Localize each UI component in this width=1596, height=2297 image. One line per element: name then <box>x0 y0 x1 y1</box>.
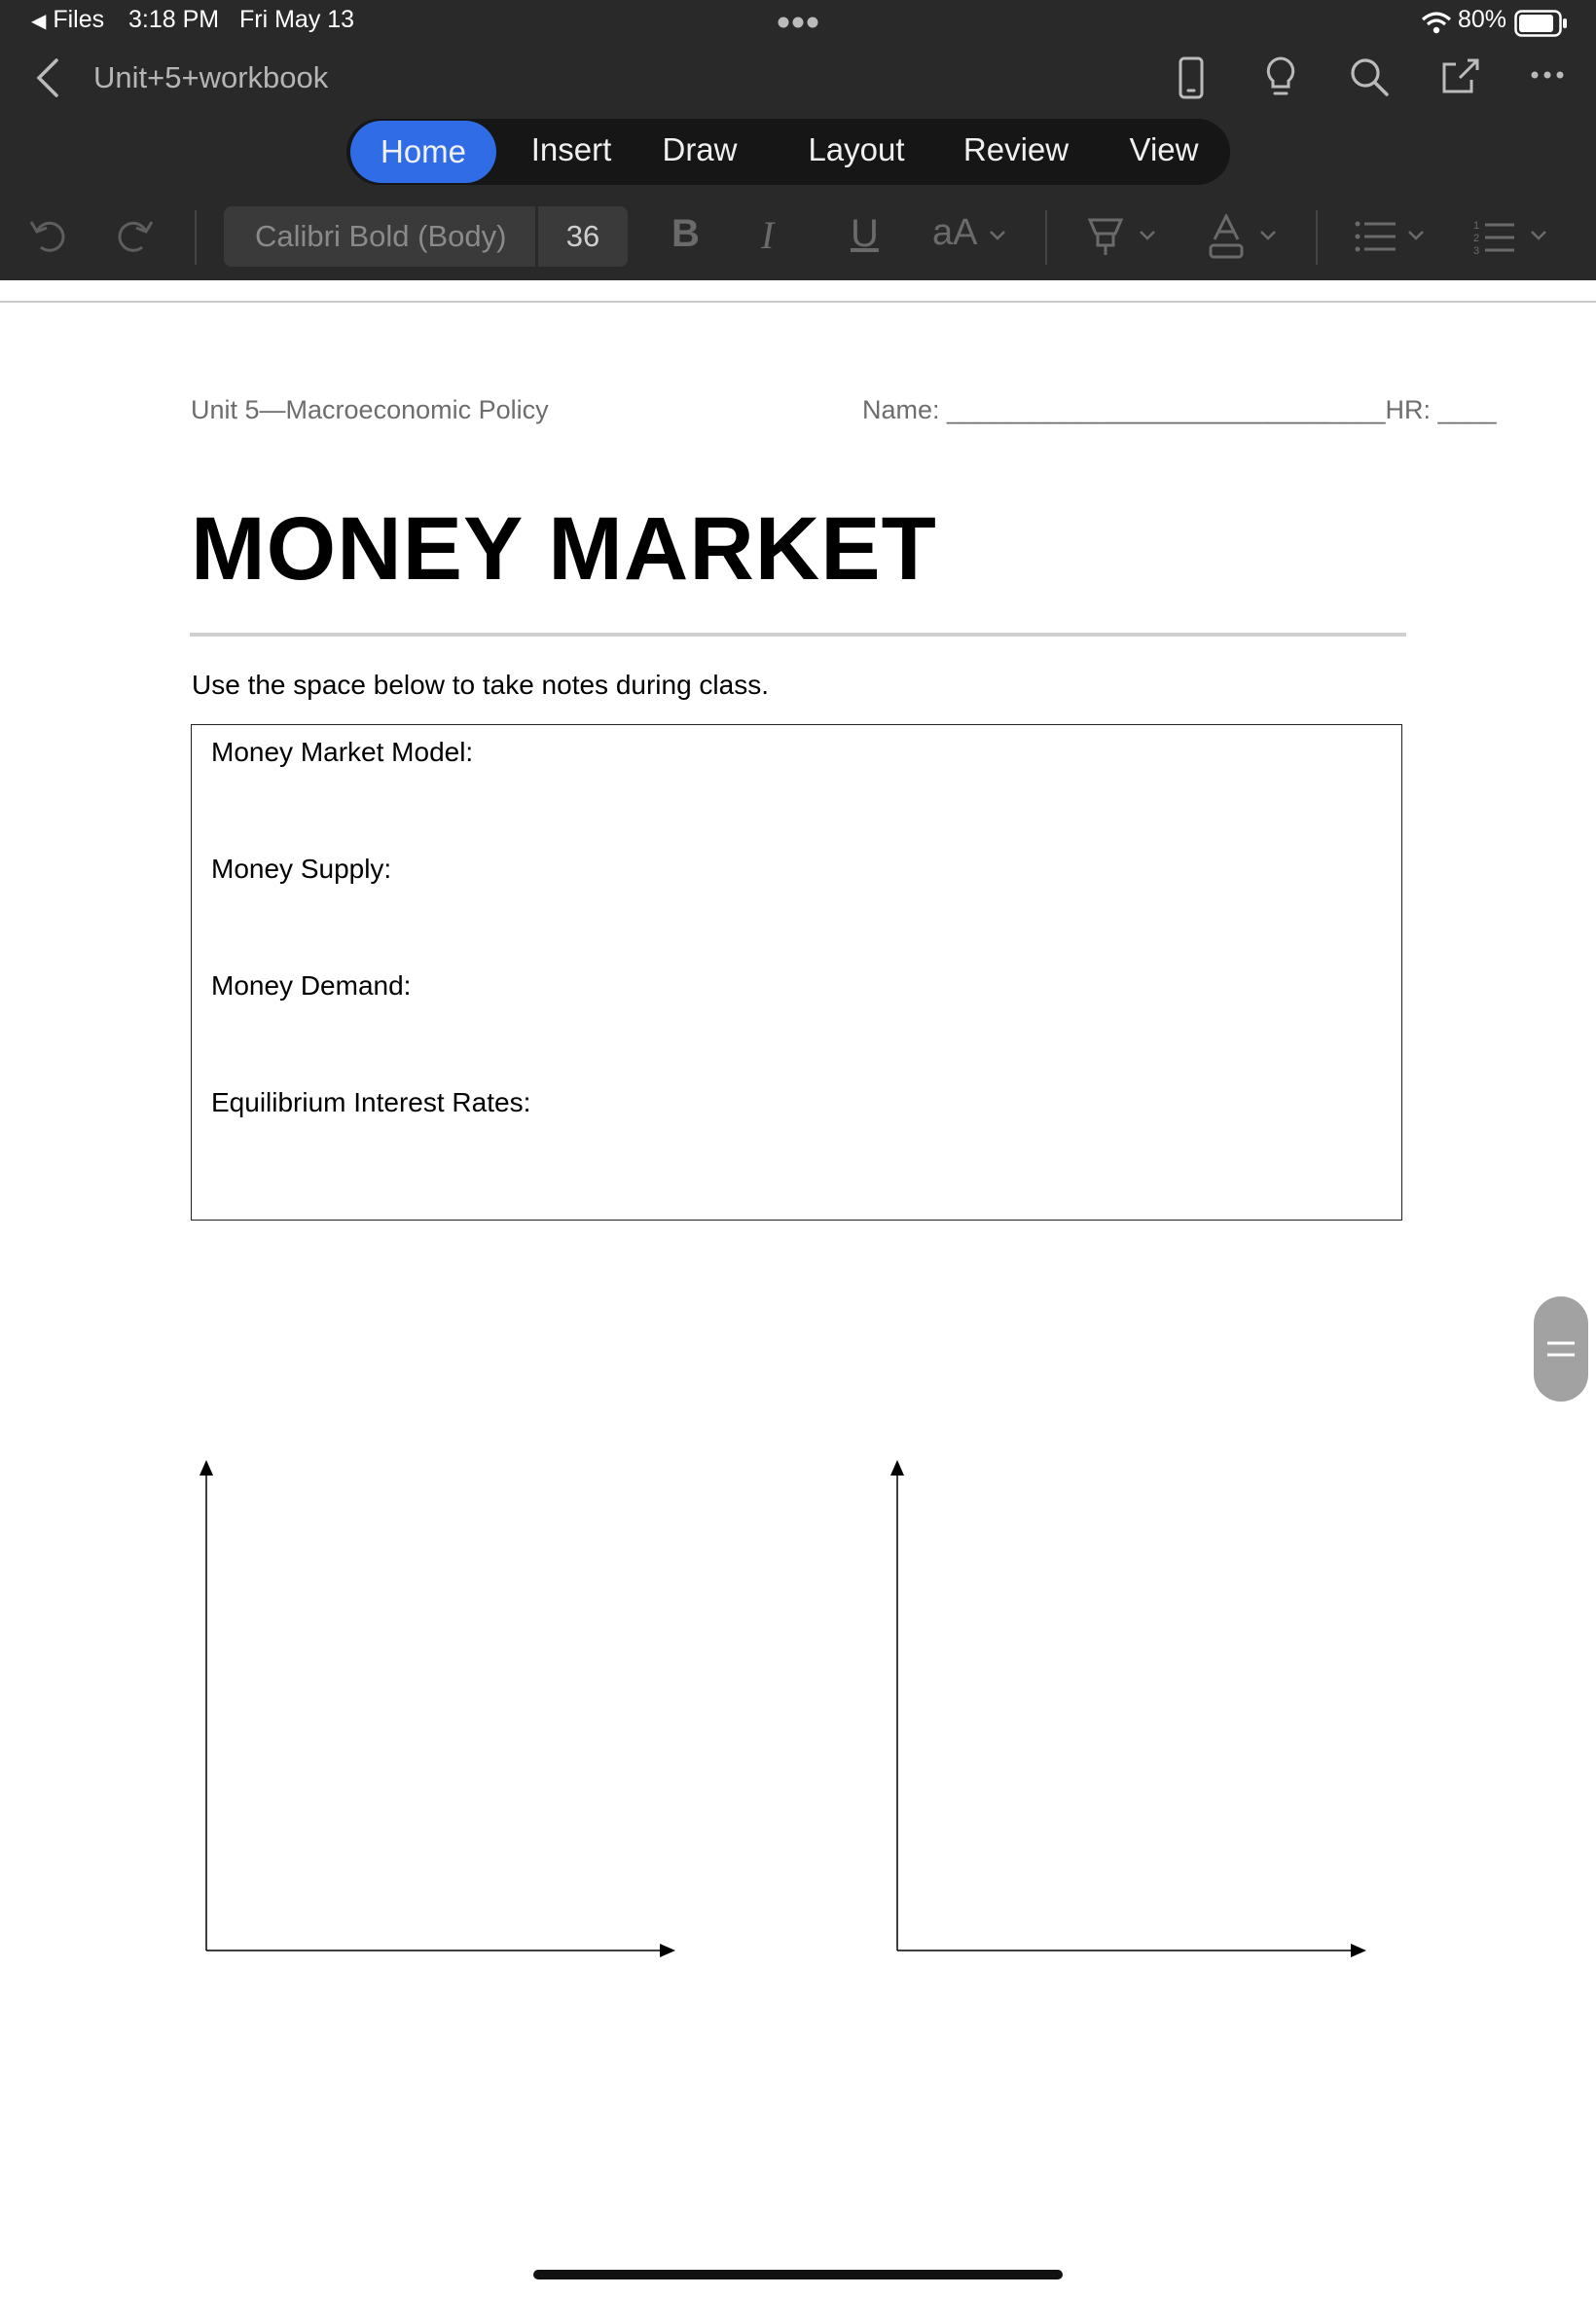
grip-icon <box>1547 1341 1575 1357</box>
scroll-handle[interactable] <box>1534 1296 1588 1402</box>
home-indicator[interactable] <box>533 2270 1063 2279</box>
